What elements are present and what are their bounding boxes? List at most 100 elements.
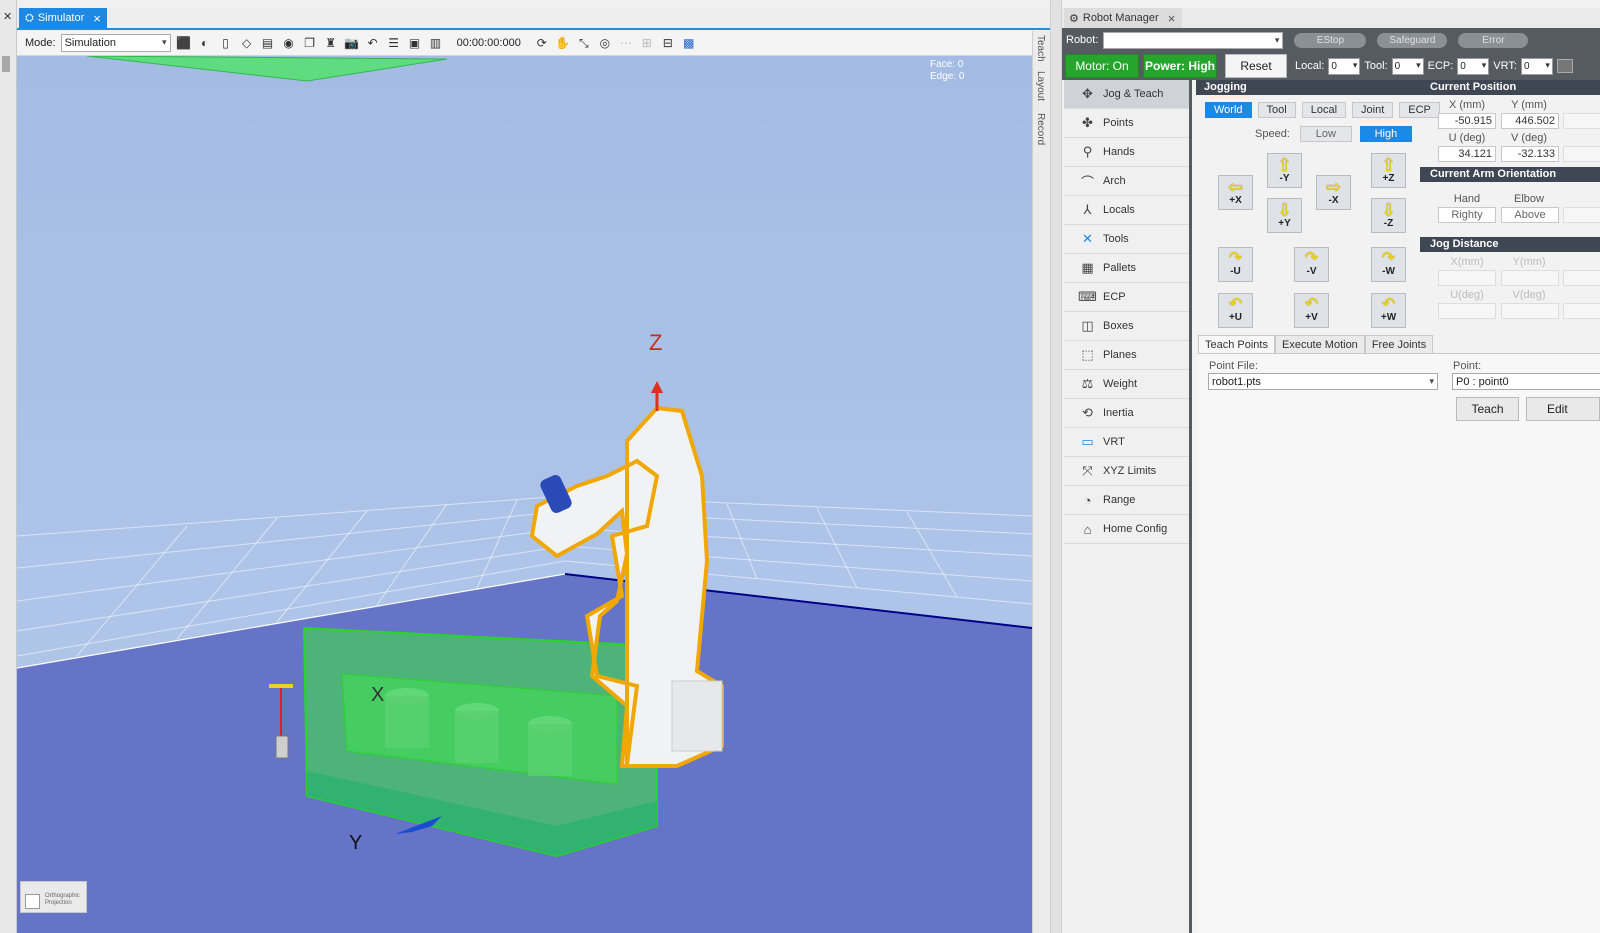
nav-item-planes[interactable]: ⬚ Planes (1064, 341, 1189, 370)
list-icon[interactable]: ☰ (386, 35, 402, 51)
jog-minus-u-button[interactable]: ↷ -U (1218, 247, 1253, 282)
frame-ecp-button[interactable]: ECP (1399, 102, 1440, 118)
frame-tool-button[interactable]: Tool (1257, 102, 1296, 118)
jog-z-input-clipped[interactable] (1563, 270, 1600, 286)
tab-robot-manager[interactable]: ⚙ Robot Manager × (1064, 8, 1182, 28)
eye-icon[interactable]: ◉ (281, 35, 297, 51)
elbow-value: Above (1501, 207, 1559, 223)
scroll-thumb[interactable] (2, 56, 10, 72)
jog-plus-v-button[interactable]: ↶ +V (1294, 293, 1329, 328)
frame-joint-button[interactable]: Joint (1352, 102, 1394, 118)
robot-select[interactable]: 1, robot1, C4-B901S ▾ (1103, 31, 1284, 49)
sphere-icon[interactable]: ◐ (197, 35, 213, 51)
jog-plus-u-button[interactable]: ↶ +U (1218, 293, 1253, 328)
point-file-select[interactable]: robot1.pts ▾ (1208, 373, 1438, 390)
checker-icon[interactable]: ▩ (681, 35, 697, 51)
jog-u-input[interactable] (1438, 303, 1496, 319)
side-tab-record[interactable]: Record (1035, 113, 1046, 145)
jog-plus-y-button[interactable]: ⇩ +Y (1267, 198, 1302, 233)
plane-view-icon[interactable]: ◇ (239, 35, 255, 51)
nav-item-inertia[interactable]: ⟲ Inertia (1064, 399, 1189, 428)
view-toggle-widget[interactable]: Orthographic Projection (20, 881, 87, 913)
nav-item-pallets[interactable]: ▦ Pallets (1064, 254, 1189, 283)
simulator-icon: ⛭ (25, 11, 34, 24)
camera-icon[interactable]: 📷 (344, 35, 360, 51)
nav-item-jog-teach[interactable]: ✥ Jog & Teach (1064, 80, 1189, 109)
pane-splitter[interactable] (1050, 0, 1062, 933)
jog-plus-w-button[interactable]: ↶ +W (1371, 293, 1406, 328)
power-high-button[interactable]: Power: High (1143, 54, 1217, 78)
jog-plus-z-button[interactable]: ⇧ +Z (1371, 153, 1406, 188)
tool-select[interactable]: 0 ▾ (1391, 57, 1424, 75)
nav-item-range[interactable]: ◔ Range (1064, 486, 1189, 515)
frame-world-button[interactable]: World (1205, 102, 1252, 118)
speed-high-button[interactable]: High (1359, 126, 1412, 142)
teach-button[interactable]: Teach (1456, 397, 1519, 421)
jog-w-input-clipped[interactable] (1563, 303, 1600, 319)
align-icon[interactable]: ⊟ (660, 35, 676, 51)
robot-icon[interactable]: ♜ (323, 35, 339, 51)
tab-simulator[interactable]: ⛭ Simulator × (19, 8, 107, 28)
jog-minus-v-button[interactable]: ↷ -V (1294, 247, 1329, 282)
nav-item-boxes[interactable]: ◫ Boxes (1064, 312, 1189, 341)
nav-item-hands[interactable]: ⚲ Hands (1064, 138, 1189, 167)
close-icon[interactable]: × (1168, 11, 1176, 26)
grid-off-icon[interactable]: ⊞ (639, 35, 655, 51)
grid-icon: ▦ (1081, 260, 1094, 275)
nav-item-locals[interactable]: ⅄ Locals (1064, 196, 1189, 225)
nav-item-xyz-limits[interactable]: ⤧ XYZ Limits (1064, 457, 1189, 486)
reset-button[interactable]: Reset (1225, 54, 1287, 78)
copy-icon[interactable]: ❐ (302, 35, 318, 51)
jog-y-input[interactable] (1501, 270, 1559, 286)
nav-item-vrt[interactable]: ▭ VRT (1064, 428, 1189, 457)
ruler-icon[interactable]: ⋯ (618, 35, 634, 51)
jog-plus-x-button[interactable]: ⇦ +X (1218, 175, 1253, 210)
simulation-time: 00:00:00:000 (456, 37, 521, 49)
record-icon[interactable]: ▥ (428, 35, 444, 51)
camera-icon[interactable] (1556, 59, 1573, 73)
measure-icon[interactable]: ⤡ (576, 35, 592, 51)
frame-local-button[interactable]: Local (1301, 102, 1347, 118)
close-icon[interactable]: × (93, 11, 101, 26)
vrt-select[interactable]: 0 ▾ (1520, 57, 1553, 75)
jog-y-label: Y(mm) (1512, 256, 1546, 268)
nav-item-tools[interactable]: ✕ Tools (1064, 225, 1189, 254)
side-tab-teach[interactable]: Teach (1035, 35, 1046, 62)
nav-item-weight[interactable]: ⚖ Weight (1064, 370, 1189, 399)
target-icon[interactable]: ◎ (597, 35, 613, 51)
jog-v-input[interactable] (1501, 303, 1559, 319)
jog-x-input[interactable] (1438, 270, 1496, 286)
rotate-view-icon[interactable]: ⟳ (534, 35, 550, 51)
jog-minus-w-button[interactable]: ↷ -W (1371, 247, 1406, 282)
edit-button[interactable]: Edit (1526, 397, 1600, 421)
simulation-viewport[interactable]: Z X Y Face: 0 Edge: 0 Orthographic Proje… (17, 56, 1032, 933)
snapshot-icon[interactable]: ▣ (407, 35, 423, 51)
tab-execute-motion[interactable]: Execute Motion (1274, 335, 1365, 354)
mode-select[interactable]: Simulation ▾ (60, 34, 171, 52)
tab-teach-points[interactable]: Teach Points (1198, 335, 1275, 354)
edge-count: Edge: 0 (930, 71, 965, 82)
pan-view-icon[interactable]: ✋ (555, 35, 571, 51)
nav-item-points[interactable]: ✤ Points (1064, 109, 1189, 138)
ecp-select[interactable]: 0 ▾ (1457, 57, 1490, 75)
point-select[interactable]: P0 : point0 (1452, 373, 1600, 390)
motor-on-button[interactable]: Motor: On (1065, 54, 1139, 78)
speed-low-button[interactable]: Low (1299, 126, 1352, 142)
jog-minus-x-button[interactable]: ⇨ -X (1316, 175, 1351, 210)
jog-minus-y-button[interactable]: ⇧ -Y (1267, 153, 1302, 188)
nav-label: Jog & Teach (1103, 88, 1164, 100)
tab-free-joints[interactable]: Free Joints (1364, 335, 1434, 354)
nav-item-arch[interactable]: ⌒ Arch (1064, 167, 1189, 196)
cylinder-icon[interactable]: ▯ (218, 35, 234, 51)
nav-item-ecp[interactable]: ⌨ ECP (1064, 283, 1189, 312)
side-tab-layout[interactable]: Layout (1035, 71, 1046, 101)
weight-icon: ⚖ (1081, 376, 1094, 391)
cube-view-icon[interactable]: ⬛ (176, 35, 192, 51)
nav-item-home-config[interactable]: ⌂ Home Config (1064, 515, 1189, 544)
orthographic-checkbox[interactable] (25, 894, 40, 909)
local-select[interactable]: 0 ▾ (1328, 57, 1361, 75)
layer-icon[interactable]: ▤ (260, 35, 276, 51)
jog-minus-z-button[interactable]: ⇩ -Z (1371, 198, 1406, 233)
close-icon[interactable]: ✕ (3, 10, 12, 23)
undo-icon[interactable]: ↶ (365, 35, 381, 51)
